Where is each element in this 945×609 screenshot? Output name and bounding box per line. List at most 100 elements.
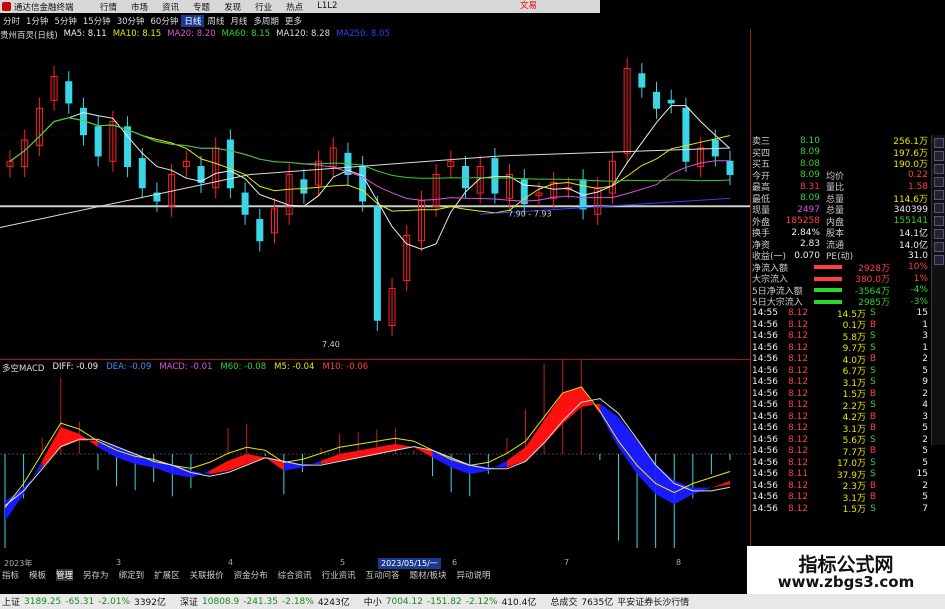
tick-time: 14:56 — [752, 411, 778, 422]
period-tab[interactable]: 5分钟 — [51, 15, 79, 27]
tool-icon[interactable] — [934, 255, 944, 265]
period-tab[interactable]: 多周期 — [250, 15, 282, 27]
tool-icon[interactable] — [934, 216, 944, 226]
candle-body — [241, 192, 249, 215]
sz-index-amount: 4243亿 — [317, 598, 350, 608]
tool-icon[interactable] — [934, 242, 944, 252]
panel-divider — [750, 29, 751, 549]
bottom-tab[interactable]: 指标 — [2, 569, 19, 581]
quote-value: 2497 — [797, 204, 820, 215]
tick-count: 2 — [922, 480, 928, 491]
bottom-tab[interactable]: 异动说明 — [457, 569, 491, 581]
macd-band — [506, 447, 526, 468]
menu-item[interactable]: 市场 — [131, 1, 148, 13]
fund-flow-bar — [814, 288, 842, 293]
macd-legend-item: MACD: -0.01 — [159, 362, 213, 372]
macd-band — [302, 460, 322, 468]
tool-icon[interactable] — [934, 164, 944, 174]
tool-icon[interactable] — [934, 190, 944, 200]
tool-icon[interactable] — [934, 229, 944, 239]
period-tab[interactable]: 30分钟 — [114, 15, 148, 27]
candle-body — [726, 160, 734, 175]
tick-price: 8.12 — [788, 400, 809, 411]
fund-flow-pct: 10% — [907, 262, 928, 273]
candle-body — [300, 179, 308, 194]
tick-price: 8.12 — [788, 503, 809, 514]
tick-price: 8.12 — [788, 331, 809, 342]
tool-icon[interactable] — [934, 177, 944, 187]
macd-band — [60, 427, 80, 448]
time-axis: 2023年 3 4 5 6 7 8 2023/05/15/一 — [0, 558, 750, 569]
tick-volume: 1.5万 — [842, 505, 866, 516]
period-tab[interactable]: 分时 — [0, 15, 23, 27]
bottom-tab[interactable]: 另存为 — [83, 569, 109, 581]
bottom-tab[interactable]: 关联报价 — [190, 569, 224, 581]
tick-side: B — [869, 492, 877, 503]
zx-index-pct: -2.12% — [465, 596, 498, 607]
period-tab[interactable]: 日线 — [181, 14, 205, 27]
quote-value-2: 14.0亿 — [898, 240, 928, 251]
tick-count: 1 — [922, 319, 928, 330]
tick-price: 8.12 — [788, 457, 809, 468]
tool-icon[interactable] — [934, 151, 944, 161]
macd-band — [228, 454, 247, 471]
tick-count: 7 — [922, 503, 928, 514]
period-tab[interactable]: 月线 — [227, 15, 250, 27]
pane-divider — [0, 359, 750, 360]
kline-chart[interactable]: 8.408.208.007.807.607.407.407.90 - 7.93 — [0, 42, 750, 360]
sh-index-name: 上证 — [2, 598, 21, 608]
bottom-tab[interactable]: 资金分布 — [234, 569, 268, 581]
period-tab[interactable]: 更多 — [282, 15, 305, 27]
fund-flow-label: 5日大宗流入 — [752, 298, 803, 309]
macd-legend-item: 多空MACD — [2, 364, 45, 374]
quote-value-2: 155141 — [893, 216, 928, 227]
macd-band — [79, 433, 98, 448]
title-bar: 通达信金融终端 行情 市场 资讯 专题 发现 行业 热点 L1L2 — [0, 0, 535, 13]
period-tab[interactable]: 15分钟 — [80, 15, 114, 27]
ma-legend-item: 贵州百灵(日线) — [0, 31, 58, 41]
quote-value: 185258 — [785, 216, 820, 227]
tick-count: 5 — [922, 423, 928, 434]
period-tab[interactable]: 60分钟 — [148, 15, 182, 27]
login-status[interactable]: 文易 — [520, 0, 600, 13]
tool-icon[interactable] — [934, 138, 944, 148]
menu-item[interactable]: 资讯 — [162, 1, 179, 13]
ma-legend-item: MA10: 8.15 — [112, 29, 162, 39]
sh-index-value: 3189.25 — [24, 596, 62, 607]
time-label: 4 — [228, 558, 234, 567]
menu-item[interactable]: 专题 — [193, 1, 210, 13]
tick-price: 8.12 — [788, 308, 809, 319]
right-toolbar — [931, 135, 945, 445]
tick-time: 14:56 — [752, 446, 778, 457]
status-bar: 上证 3189.25 -65.31 -2.01% 3392亿 深证 10808.9 -241.… — [0, 594, 945, 609]
period-tab[interactable]: 周线 — [204, 15, 227, 27]
menu-item[interactable]: 热点 — [286, 1, 303, 13]
bottom-tab[interactable]: 题材/板块 — [410, 569, 447, 581]
bottom-tab[interactable]: 行业资讯 — [322, 569, 356, 581]
tick-time: 14:56 — [752, 457, 778, 468]
bottom-tab[interactable]: 模板 — [29, 569, 46, 581]
tick-price: 8.12 — [788, 434, 809, 445]
tick-price: 8.12 — [788, 342, 809, 353]
bottom-tab[interactable]: 绑定到 — [119, 569, 145, 581]
tick-time: 14:56 — [752, 492, 778, 503]
menu-item[interactable]: 行情 — [100, 1, 117, 13]
period-tab[interactable]: 1分钟 — [23, 15, 51, 27]
macd-chart[interactable]: 0.250.200.150.100.050.00-0.05-0.10-0.15-… — [0, 360, 750, 548]
deal-label: 总成交 — [550, 598, 578, 608]
menu-item[interactable]: 行业 — [255, 1, 272, 13]
bottom-tab[interactable]: 管理 — [56, 569, 74, 581]
date-tag: 2023/05/15/一 — [378, 558, 441, 569]
bottom-tab[interactable]: 综合资讯 — [278, 569, 312, 581]
tick-side: S — [870, 469, 876, 480]
menu-item[interactable]: 发现 — [224, 1, 241, 13]
tick-side: B — [869, 319, 877, 330]
tool-icon[interactable] — [934, 203, 944, 213]
macd-legend-item: DIFF: -0.09 — [52, 362, 99, 372]
tick-price: 8.12 — [788, 388, 809, 399]
bottom-tab[interactable]: 互动问答 — [366, 569, 400, 581]
tick-side: S — [870, 331, 876, 342]
tick-time: 14:56 — [752, 365, 778, 376]
candle-body — [667, 99, 675, 104]
bottom-tab[interactable]: 扩展区 — [154, 569, 180, 581]
